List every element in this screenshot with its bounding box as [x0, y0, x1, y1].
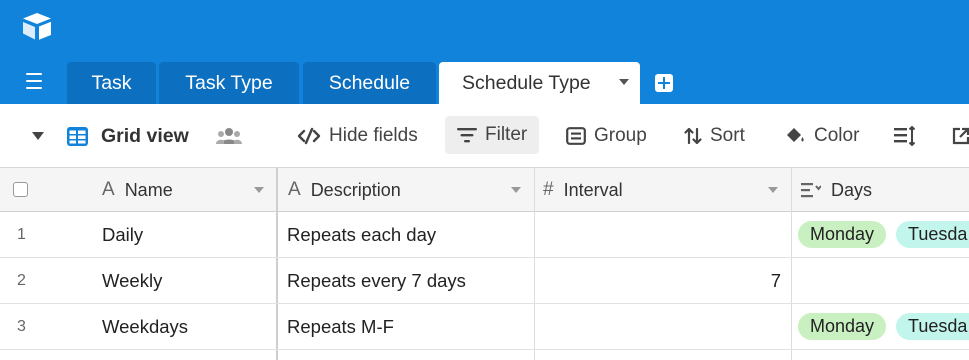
views-toggle-button[interactable] [32, 104, 44, 168]
day-chip: Monday [798, 221, 887, 248]
view-toolbar: Grid view Hide fields Filter Group Sort … [0, 104, 969, 168]
tab-task-type[interactable]: Task Type [159, 62, 299, 104]
tab-schedule-type[interactable]: Schedule Type [439, 62, 640, 104]
text-type-icon: A [102, 179, 115, 200]
column-header-days[interactable]: Days [801, 168, 969, 212]
paint-bucket-icon [787, 128, 804, 142]
table-row[interactable]: 2 Weekly Repeats every 7 days 7 [0, 258, 969, 304]
view-switcher-button[interactable]: Grid view [66, 104, 189, 168]
sort-label: Sort [710, 125, 745, 146]
color-label: Color [814, 125, 860, 146]
cell-name[interactable]: Daily [102, 212, 143, 257]
group-icon [566, 127, 586, 145]
hide-fields-button[interactable]: Hide fields [297, 104, 418, 168]
select-all-checkbox[interactable] [13, 182, 28, 197]
filter-label: Filter [485, 124, 528, 145]
grid-header: A Name A Description # Interval Days [0, 168, 969, 212]
cell-description[interactable]: Repeats each day [287, 212, 436, 257]
cell-description[interactable]: Repeats every 7 days [287, 258, 466, 303]
group-label: Group [594, 125, 647, 146]
column-label: Description [310, 179, 401, 200]
table-row[interactable]: 1 Daily Repeats each day Monday Tuesda [0, 212, 969, 258]
column-label: Interval [563, 179, 623, 200]
tab-schedule-type-label: Schedule Type [462, 72, 591, 94]
column-header-interval[interactable]: # Interval [543, 168, 791, 212]
filter-button[interactable]: Filter [445, 116, 540, 154]
caret-down-icon [32, 132, 44, 140]
cell-name[interactable]: Weekdays [102, 304, 188, 349]
chevron-down-icon[interactable] [254, 187, 264, 193]
table-row[interactable]: 3 Weekdays Repeats M-F Monday Tuesda [0, 304, 969, 350]
row-number: 2 [17, 272, 26, 289]
number-type-icon: # [543, 179, 554, 200]
multiselect-type-icon [801, 183, 821, 198]
text-type-icon: A [288, 179, 301, 200]
menu-icon[interactable] [26, 73, 50, 91]
sort-button[interactable]: Sort [684, 104, 745, 168]
row-height-icon[interactable] [894, 104, 916, 168]
grid-view-icon [67, 126, 88, 146]
tab-task[interactable]: Task [67, 62, 156, 104]
day-chip: Tuesda [896, 221, 969, 248]
chevron-down-icon[interactable] [768, 187, 778, 193]
column-header-description[interactable]: A Description [288, 168, 534, 212]
row-number: 3 [17, 318, 26, 335]
cell-interval[interactable] [536, 304, 781, 349]
row-number: 1 [17, 226, 26, 243]
group-button[interactable]: Group [566, 104, 647, 168]
column-label: Name [124, 179, 173, 200]
airtable-logo-icon[interactable] [20, 11, 54, 41]
hide-fields-icon [297, 127, 321, 145]
day-chip: Monday [798, 313, 887, 340]
chevron-down-icon[interactable] [619, 79, 629, 85]
share-view-icon[interactable] [952, 104, 969, 168]
sort-icon [684, 127, 702, 145]
add-table-icon[interactable] [655, 74, 673, 92]
column-label: Days [831, 179, 873, 200]
column-header-name[interactable]: A Name [102, 168, 277, 212]
collaborative-view-icon[interactable] [216, 104, 242, 168]
cell-interval[interactable]: 7 [536, 258, 781, 303]
color-button[interactable]: Color [784, 104, 859, 168]
records-grid: A Name A Description # Interval Days 1 D… [0, 168, 969, 360]
cell-interval[interactable] [536, 212, 781, 257]
cell-name[interactable]: Weekly [102, 258, 162, 303]
tab-schedule[interactable]: Schedule [303, 62, 436, 104]
chevron-down-icon[interactable] [511, 187, 521, 193]
day-chip: Tuesda [896, 313, 969, 340]
view-name: Grid view [101, 124, 189, 147]
filter-icon [457, 128, 477, 143]
app-header: Task Task Type Schedule Schedule Type [0, 0, 969, 104]
hide-fields-label: Hide fields [329, 125, 418, 146]
cell-description[interactable]: Repeats M-F [287, 304, 394, 349]
